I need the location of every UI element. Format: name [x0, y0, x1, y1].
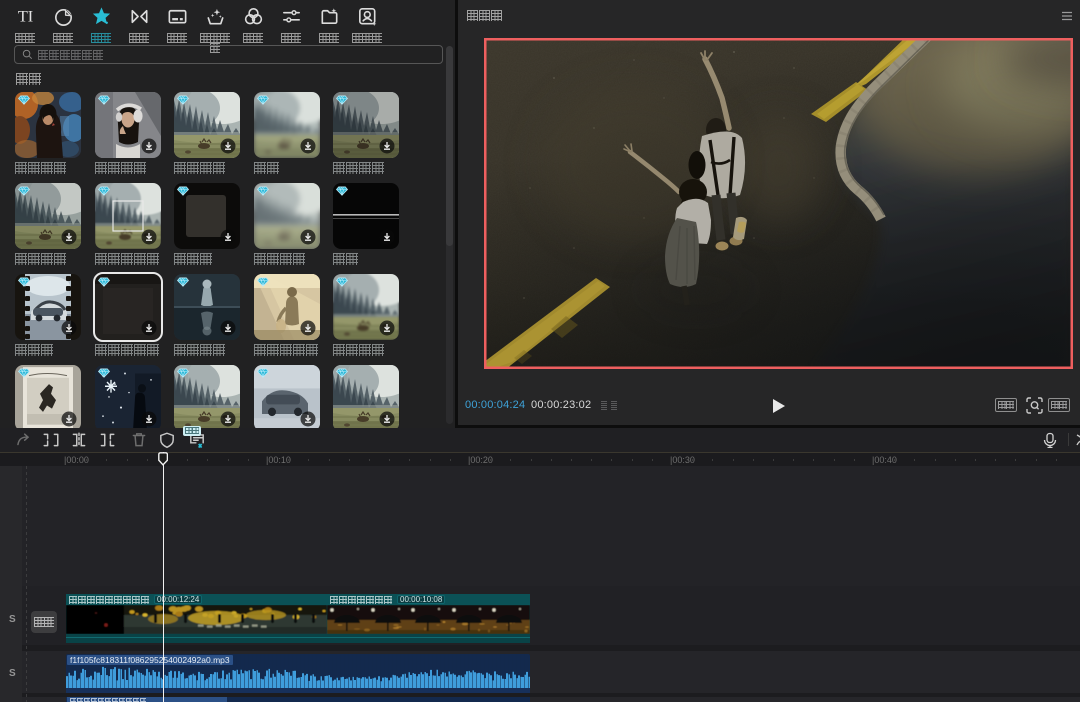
svg-text:TI: TI: [17, 6, 32, 25]
